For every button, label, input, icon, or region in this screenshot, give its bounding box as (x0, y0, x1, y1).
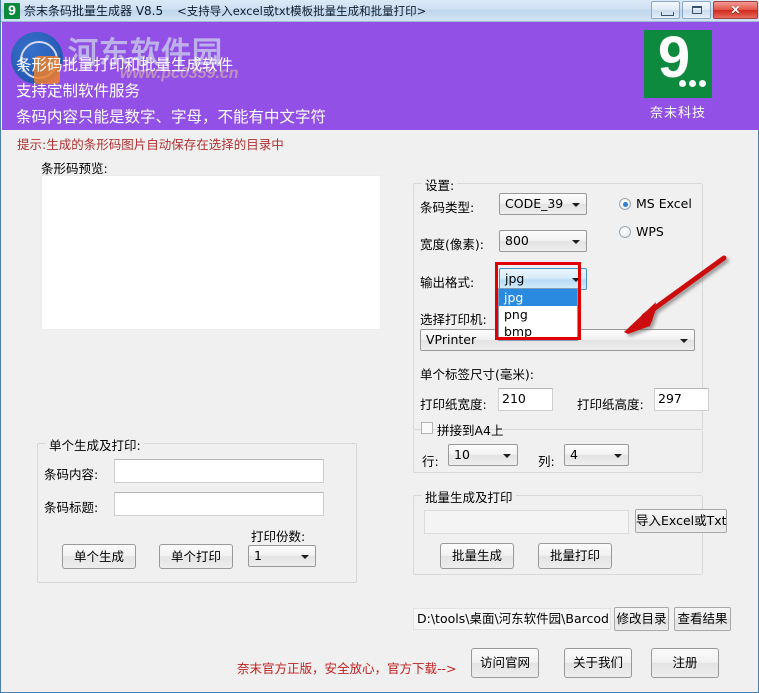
paper-height-input[interactable]: 297 (654, 388, 709, 411)
window-subtitle: <支持导入excel或txt模板批量生成和批量打印> (177, 3, 427, 18)
minimize-button[interactable] (651, 1, 680, 19)
batch-file-input[interactable] (424, 510, 629, 534)
paper-width-label: 打印纸宽度: (420, 397, 487, 412)
output-path-input[interactable]: D:\tools\桌面\河东软件园\Barcod (413, 608, 611, 630)
label-size-title: 单个标签尺寸(毫米): (420, 367, 534, 382)
window-title: 奈末条码批量生成器 V8.5 (24, 4, 164, 18)
output-format-dropdown-list[interactable]: jpg png bmp (498, 288, 578, 341)
window-frame: 9 奈末条码批量生成器 V8.5 <支持导入excel或txt模板批量生成和批量… (0, 0, 759, 693)
chevron-down-icon (572, 203, 580, 207)
window-controls: ✕ (651, 1, 758, 19)
barcode-preview (41, 175, 381, 330)
banner-text-block: 条形码批量打印和批量生成软件 支持定制软件服务 条码内容只能是数字、字母，不能有… (16, 52, 326, 130)
printer-label: 选择打印机: (420, 312, 487, 327)
minimize-icon (661, 12, 674, 16)
application-window: 9 奈末条码批量生成器 V8.5 <支持导入excel或txt模板批量生成和批量… (0, 0, 759, 693)
radio-ms-excel[interactable]: MS Excel (619, 196, 692, 211)
width-combo[interactable]: 800 (499, 230, 587, 252)
print-copies-label: 打印份数: (251, 529, 306, 544)
change-directory-button[interactable]: 修改目录 (614, 607, 669, 631)
close-icon: ✕ (730, 3, 741, 17)
single-generate-group-title: 单个生成及打印: (46, 435, 144, 454)
print-copies-combo[interactable]: 1 (248, 545, 316, 567)
logo-square-icon: 9 (644, 25, 712, 98)
about-us-button[interactable]: 关于我们 (564, 648, 632, 678)
settings-group-title: 设置: (422, 175, 458, 194)
printer-value: VPrinter (426, 332, 477, 347)
barcode-type-value: CODE_39 (505, 196, 564, 211)
barcode-content-input[interactable] (114, 459, 324, 483)
app-icon: 9 (4, 2, 20, 19)
print-copies-value: 1 (254, 548, 262, 563)
close-button[interactable]: ✕ (713, 1, 758, 19)
promo-banner: 河东软件园 www.pc0359.cn 条形码批量打印和批量生成软件 支持定制软… (2, 22, 759, 130)
chevron-down-icon (680, 339, 688, 343)
title-bar: 9 奈末条码批量生成器 V8.5 <支持导入excel或txt模板批量生成和批量… (1, 0, 759, 22)
single-generate-group: 单个生成及打印: 条码内容: 条码标题: 打印份数: 单个生成 单个打印 1 (37, 435, 357, 583)
view-result-button[interactable]: 查看结果 (674, 607, 731, 631)
register-button[interactable]: 注册 (651, 648, 719, 678)
barcode-title-label: 条码标题: (44, 500, 99, 515)
batch-group-title: 批量生成及打印 (422, 487, 516, 506)
brand-logo: 9 奈末科技 (642, 25, 714, 121)
chevron-down-icon (301, 555, 309, 559)
dropdown-option-png[interactable]: png (499, 306, 577, 323)
import-excel-txt-button[interactable]: 导入Excel或Txt (635, 509, 727, 533)
single-generate-button[interactable]: 单个生成 (62, 544, 136, 569)
chevron-down-icon (572, 240, 580, 244)
paper-height-label: 打印纸高度: (577, 397, 644, 412)
maximize-icon (692, 6, 702, 14)
paper-width-input[interactable]: 210 (498, 388, 553, 411)
width-label: 宽度(像素): (420, 237, 484, 252)
barcode-type-label: 条码类型: (420, 200, 475, 215)
batch-generate-button[interactable]: 批量生成 (440, 543, 514, 569)
barcode-title-input[interactable] (114, 492, 324, 516)
logo-caption: 奈末科技 (649, 106, 706, 121)
barcode-type-combo[interactable]: CODE_39 (499, 193, 587, 215)
hint-text: 提示:生成的条形码图片自动保存在选择的目录中 (17, 137, 284, 152)
width-value: 800 (505, 233, 529, 248)
single-print-button[interactable]: 单个打印 (159, 544, 233, 569)
output-format-value: jpg (505, 271, 525, 286)
banner-line-3: 条码内容只能是数字、字母，不能有中文字符 (16, 108, 327, 126)
visit-site-button[interactable]: 访问官网 (471, 648, 539, 678)
dropdown-option-jpg[interactable]: jpg (499, 289, 577, 306)
logo-dots-icon (679, 80, 706, 87)
banner-line-2: 支持定制软件服务 (16, 82, 141, 100)
batch-print-button[interactable]: 批量打印 (538, 543, 612, 569)
batch-group: 批量生成及打印 导入Excel或Txt 批量生成 批量打印 (413, 487, 727, 575)
chevron-down-icon (572, 278, 580, 282)
barcode-content-label: 条码内容: (44, 467, 99, 482)
output-format-label: 输出格式: (420, 275, 475, 290)
banner-line-1: 条形码批量打印和批量生成软件 (16, 56, 234, 74)
radio-wps[interactable]: WPS (619, 224, 664, 239)
output-format-combo[interactable]: jpg (499, 268, 587, 290)
settings-group-extension (413, 430, 703, 473)
official-download-note: 奈末官方正版，安全放心，官方下载--> (237, 661, 457, 676)
maximize-button[interactable] (682, 1, 711, 19)
dropdown-option-bmp[interactable]: bmp (499, 323, 577, 340)
